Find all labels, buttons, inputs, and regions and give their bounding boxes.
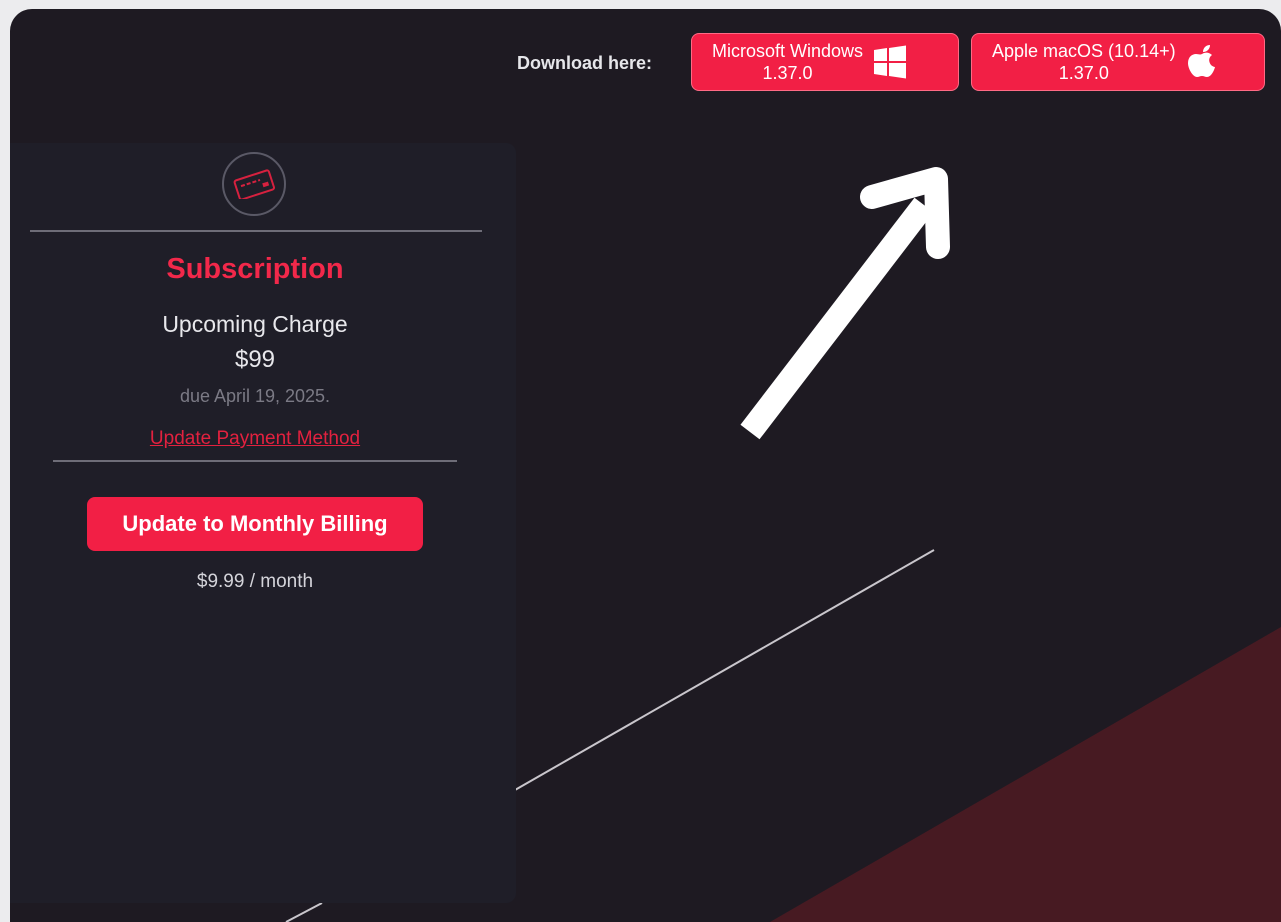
credit-card-icon — [222, 152, 286, 216]
red-wedge — [770, 627, 1281, 922]
due-date: due April 19, 2025. — [179, 386, 331, 406]
macos-button-text: Apple macOS (10.14+) 1.37.0 — [992, 40, 1176, 84]
decorative-line-lower — [285, 902, 323, 922]
windows-button-text: Microsoft Windows 1.37.0 — [712, 40, 863, 84]
divider-bottom — [53, 460, 457, 462]
windows-button-version: 1.37.0 — [762, 63, 813, 83]
divider-top — [30, 230, 482, 232]
download-macos-button[interactable]: Apple macOS (10.14+) 1.37.0 — [971, 33, 1265, 91]
download-windows-button[interactable]: Microsoft Windows 1.37.0 — [691, 33, 959, 91]
update-payment-method-link[interactable]: Update Payment Method — [10, 428, 500, 450]
subscription-card: Subscription Upcoming Charge $99 due Apr… — [10, 143, 516, 903]
apple-logo-icon — [1186, 44, 1218, 80]
arrow-up-right-icon — [740, 167, 950, 440]
subscription-title: Subscription — [166, 253, 344, 285]
update-to-monthly-button[interactable]: Update to Monthly Billing — [87, 497, 423, 551]
windows-button-name: Microsoft Windows — [712, 41, 864, 61]
app-window: Download here: Microsoft Windows 1.37.0 … — [10, 9, 1281, 922]
charge-amount: $99 — [234, 346, 276, 373]
macos-button-name: Apple macOS (10.14+) — [992, 41, 1176, 61]
windows-logo-icon — [873, 45, 907, 79]
macos-button-version: 1.37.0 — [1058, 63, 1109, 83]
download-label: Download here: — [517, 53, 653, 73]
monthly-price: $9.99 / month — [196, 571, 314, 592]
decorative-line — [514, 549, 935, 791]
upcoming-charge-label: Upcoming Charge — [162, 311, 348, 337]
